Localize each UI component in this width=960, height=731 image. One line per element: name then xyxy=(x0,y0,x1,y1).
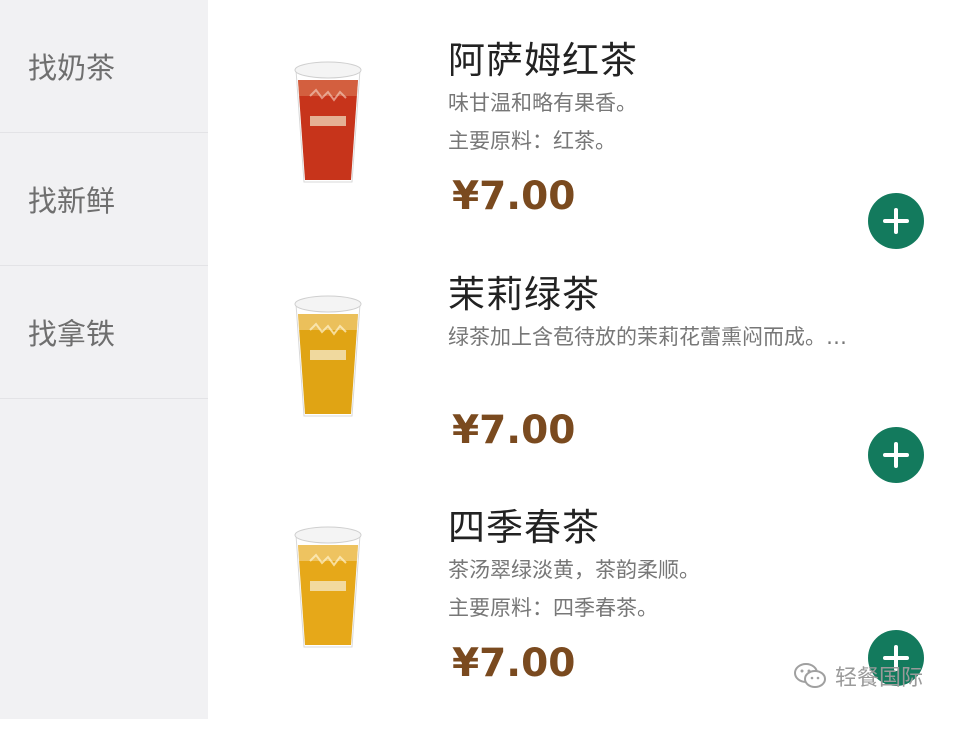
drink-cup-image xyxy=(294,526,362,648)
drink-cup-image xyxy=(294,295,362,417)
product-price: ¥7.00 xyxy=(452,174,576,219)
sidebar-item-milk-tea[interactable]: 找奶茶 xyxy=(0,0,208,133)
product-name: 四季春茶 xyxy=(448,506,600,549)
drink-cup-image xyxy=(294,61,362,183)
watermark-text: 轻餐国际 xyxy=(835,666,924,691)
add-to-cart-button[interactable] xyxy=(868,427,924,483)
product-list: 阿萨姆红茶 味甘温和略有果香。 主要原料：红茶。 ¥7.00 茉莉绿茶 绿茶加上… xyxy=(208,0,960,719)
sidebar-item-label: 找新鲜 xyxy=(28,184,116,218)
product-ingredients: 主要原料：四季春茶。 xyxy=(448,596,658,620)
product-price: ¥7.00 xyxy=(452,408,576,453)
product-description: 茶汤翠绿淡黄，茶韵柔顺。 主要原料：四季春茶。 xyxy=(448,551,848,627)
add-to-cart-button[interactable] xyxy=(868,193,924,249)
product-description: 绿茶加上含苞待放的茉莉花蕾熏闷而成。… xyxy=(448,325,847,349)
product-desc-line: 味甘温和略有果香。 xyxy=(448,91,637,115)
product-ingredients: 主要原料：红茶。 xyxy=(448,129,616,153)
product-name: 阿萨姆红茶 xyxy=(448,39,638,82)
product-desc-line: 茶汤翠绿淡黄，茶韵柔顺。 xyxy=(448,558,700,582)
product-item: 四季春茶 茶汤翠绿淡黄，茶韵柔顺。 主要原料：四季春茶。 ¥7.00 xyxy=(208,497,960,731)
category-sidebar: 找奶茶 找新鲜 找拿铁 xyxy=(0,0,208,719)
product-item: 茉莉绿茶 绿茶加上含苞待放的茉莉花蕾熏闷而成。… ¥7.00 xyxy=(208,264,960,498)
sidebar-item-label: 找拿铁 xyxy=(28,317,116,351)
product-price: ¥7.00 xyxy=(452,641,576,686)
sidebar-item-label: 找奶茶 xyxy=(28,51,116,85)
watermark: 轻餐国际 xyxy=(793,660,923,692)
sidebar-item-fresh[interactable]: 找新鲜 xyxy=(0,133,208,266)
sidebar-item-latte[interactable]: 找拿铁 xyxy=(0,266,208,399)
product-name: 茉莉绿茶 xyxy=(448,273,600,316)
product-description: 味甘温和略有果香。 主要原料：红茶。 xyxy=(448,84,848,160)
wechat-icon xyxy=(793,662,827,690)
product-item: 阿萨姆红茶 味甘温和略有果香。 主要原料：红茶。 ¥7.00 xyxy=(208,30,960,264)
